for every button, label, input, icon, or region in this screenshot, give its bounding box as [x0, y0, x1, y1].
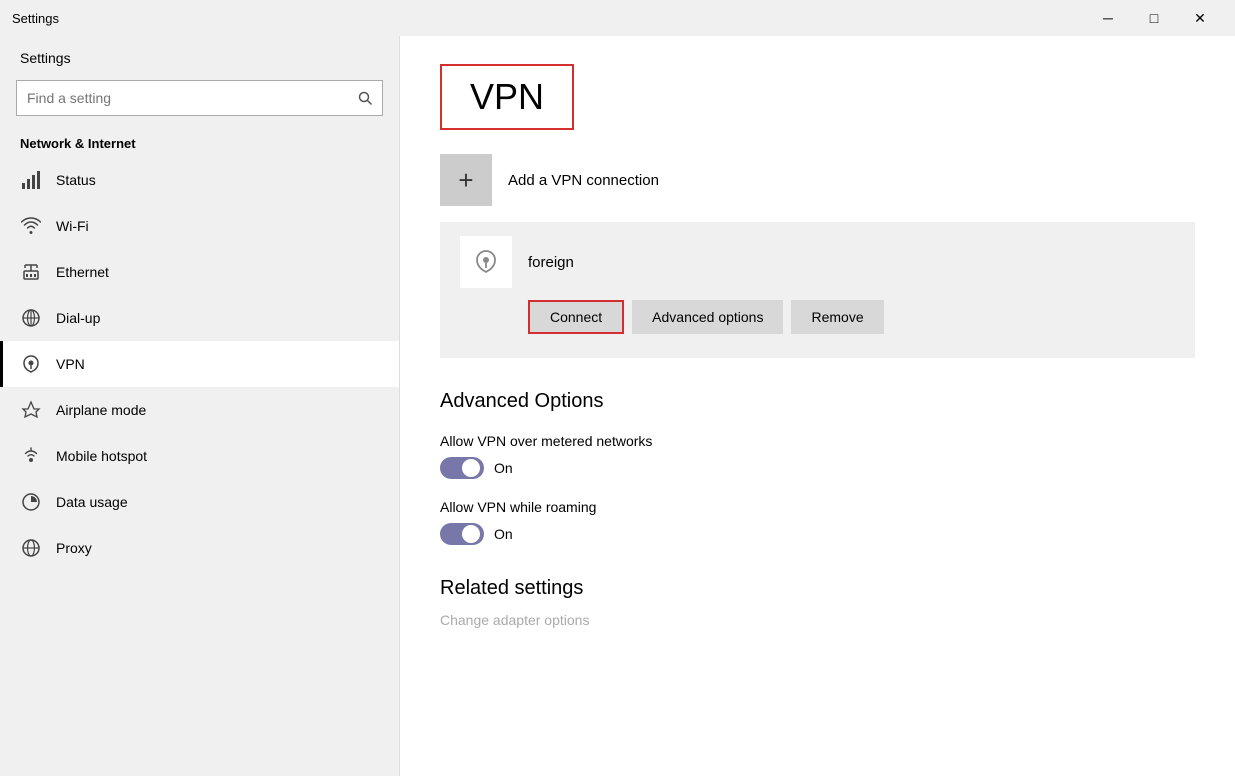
window-controls: ─ □ ✕ [1085, 0, 1223, 36]
maximize-button[interactable]: □ [1131, 0, 1177, 36]
search-box[interactable] [16, 80, 383, 116]
vpn-connection-icon [472, 248, 500, 276]
sidebar-item-hotspot-label: Mobile hotspot [56, 448, 147, 464]
toggle-metered-label: Allow VPN over metered networks [440, 433, 1195, 449]
sidebar-item-datausage-label: Data usage [56, 494, 128, 510]
sidebar-item-wifi-label: Wi-Fi [56, 218, 89, 234]
toggle-roaming-state: On [494, 526, 513, 542]
wifi-icon [20, 215, 42, 237]
sidebar-item-airplane-label: Airplane mode [56, 402, 146, 418]
sidebar-item-proxy[interactable]: Proxy [0, 525, 399, 571]
toggle-metered-wrap: On [440, 457, 1195, 479]
hotspot-icon [20, 445, 42, 467]
sidebar-item-ethernet-label: Ethernet [56, 264, 109, 280]
sidebar-item-airplane[interactable]: Airplane mode [0, 387, 399, 433]
connect-button[interactable]: Connect [528, 300, 624, 334]
search-icon [358, 91, 372, 105]
toggle-roaming-label: Allow VPN while roaming [440, 499, 1195, 515]
add-vpn-row[interactable]: + Add a VPN connection [440, 154, 1195, 206]
advanced-options-button[interactable]: Advanced options [632, 300, 783, 334]
airplane-icon [20, 399, 42, 421]
sidebar-item-hotspot[interactable]: Mobile hotspot [0, 433, 399, 479]
add-vpn-icon-box: + [440, 154, 492, 206]
sidebar-item-dialup[interactable]: Dial-up [0, 295, 399, 341]
change-adapter-link[interactable]: Change adapter options [440, 612, 1195, 628]
datausage-icon [20, 491, 42, 513]
minimize-button[interactable]: ─ [1085, 0, 1131, 36]
plus-icon: + [458, 165, 473, 196]
section-label: Network & Internet [0, 128, 399, 157]
sidebar-item-vpn-label: VPN [56, 356, 85, 372]
app-body: Settings Network & Internet Stat [0, 36, 1235, 776]
toggle-metered-state: On [494, 460, 513, 476]
add-vpn-label: Add a VPN connection [508, 172, 659, 189]
toggle-roaming[interactable] [440, 523, 484, 545]
sidebar: Settings Network & Internet Stat [0, 36, 400, 776]
toggle-roaming-wrap: On [440, 523, 1195, 545]
sidebar-item-vpn[interactable]: VPN [0, 341, 399, 387]
vpn-header-box: VPN [440, 64, 574, 130]
sidebar-item-dialup-label: Dial-up [56, 310, 100, 326]
proxy-icon [20, 537, 42, 559]
search-input[interactable] [27, 90, 358, 106]
toggle-metered[interactable] [440, 457, 484, 479]
vpn-connection-card: foreign Connect Advanced options Remove [440, 222, 1195, 358]
status-icon [20, 169, 42, 191]
vpn-connection-top: foreign [460, 236, 1175, 288]
sidebar-item-ethernet[interactable]: Ethernet [0, 249, 399, 295]
sidebar-item-datausage[interactable]: Data usage [0, 479, 399, 525]
toggle-roaming-row: Allow VPN while roaming On [440, 499, 1195, 545]
toggle-metered-row: Allow VPN over metered networks On [440, 433, 1195, 479]
remove-button[interactable]: Remove [791, 300, 883, 334]
dialup-icon [20, 307, 42, 329]
vpn-action-buttons: Connect Advanced options Remove [460, 300, 1175, 344]
ethernet-icon [20, 261, 42, 283]
sidebar-app-title: Settings [0, 36, 399, 74]
related-settings-heading: Related settings [440, 577, 1195, 600]
main-content: VPN + Add a VPN connection foreign [400, 36, 1235, 776]
sidebar-item-proxy-label: Proxy [56, 540, 92, 556]
advanced-options-heading: Advanced Options [440, 390, 1195, 413]
vpn-connection-name: foreign [528, 254, 574, 271]
app-title: Settings [12, 11, 59, 26]
page-title: VPN [470, 76, 544, 118]
vpn-connection-icon-box [460, 236, 512, 288]
sidebar-item-wifi[interactable]: Wi-Fi [0, 203, 399, 249]
close-button[interactable]: ✕ [1177, 0, 1223, 36]
sidebar-item-status[interactable]: Status [0, 157, 399, 203]
vpn-icon [20, 353, 42, 375]
title-bar: Settings ─ □ ✕ [0, 0, 1235, 36]
sidebar-item-status-label: Status [56, 172, 96, 188]
